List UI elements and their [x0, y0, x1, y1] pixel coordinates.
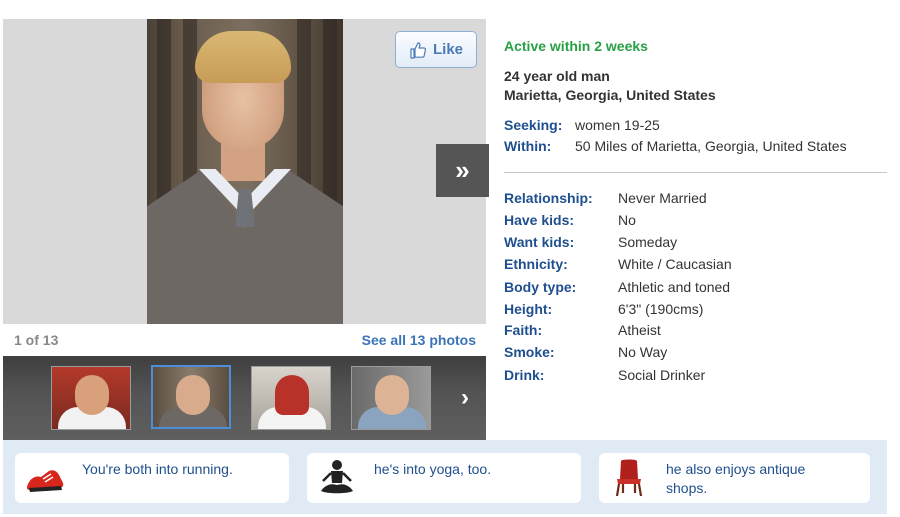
detail-label: Ethnicity: [504, 256, 568, 272]
detail-label: Drink: [504, 367, 545, 383]
photo-thumbnail[interactable] [151, 365, 231, 429]
detail-label: Relationship: [504, 190, 593, 206]
divider [504, 172, 887, 173]
detail-value: 6'3" (190cms) [618, 301, 704, 317]
detail-label: Smoke: [504, 344, 555, 360]
double-chevron-right-icon: » [455, 155, 470, 185]
interest-text: he's into yoga, too. [374, 461, 492, 477]
seeking-label: Seeking: [504, 117, 563, 133]
thumbs-up-icon [409, 41, 427, 59]
photo-counter: 1 of 13 [14, 332, 59, 348]
photo-panel: Like » [3, 19, 489, 324]
location: Marietta, Georgia, United States [504, 87, 716, 103]
detail-value: Social Drinker [618, 367, 706, 383]
seeking-value: women 19-25 [575, 117, 660, 133]
shared-interests-bar: You're both into running. he's into yoga… [3, 440, 887, 514]
detail-value: No [618, 212, 636, 228]
running-shoe-icon [23, 457, 67, 499]
within-value: 50 Miles of Marietta, Georgia, United St… [575, 138, 847, 154]
age-gender: 24 year old man [504, 68, 610, 84]
thumbnails-next-button[interactable]: › [453, 382, 477, 414]
next-photo-button[interactable]: » [436, 144, 489, 197]
interest-card-yoga[interactable]: he's into yoga, too. [307, 453, 581, 503]
interest-card-antiques[interactable]: he also enjoys antique shops. [599, 453, 870, 503]
detail-label: Body type: [504, 279, 577, 295]
see-all-photos-link[interactable]: See all 13 photos [362, 332, 476, 348]
detail-label: Have kids: [504, 212, 575, 228]
interest-text: You're both into running. [82, 461, 233, 477]
yoga-icon [315, 457, 359, 499]
thumbnail-strip: › [3, 356, 486, 440]
like-label: Like [432, 41, 463, 58]
detail-label: Faith: [504, 322, 543, 338]
detail-value: Never Married [618, 190, 707, 206]
interest-card-running[interactable]: You're both into running. [15, 453, 289, 503]
detail-value: No Way [618, 344, 668, 360]
interest-text: he also enjoys antique shops. [666, 461, 806, 496]
detail-value: Athletic and toned [618, 279, 731, 295]
photo-thumbnail[interactable] [51, 366, 131, 430]
detail-value: Someday [618, 234, 678, 250]
detail-label: Height: [504, 301, 553, 317]
detail-value: White / Caucasian [618, 256, 732, 272]
chevron-right-icon: › [461, 384, 469, 411]
antique-chair-icon [607, 457, 651, 499]
detail-label: Want kids: [504, 234, 575, 250]
within-label: Within: [504, 138, 552, 154]
photo-thumbnail[interactable] [251, 366, 331, 430]
like-button[interactable]: Like [395, 31, 477, 68]
main-profile-photo[interactable] [147, 19, 343, 324]
detail-value: Atheist [618, 322, 661, 338]
photo-thumbnail[interactable] [351, 366, 431, 430]
activity-status: Active within 2 weeks [504, 38, 648, 54]
